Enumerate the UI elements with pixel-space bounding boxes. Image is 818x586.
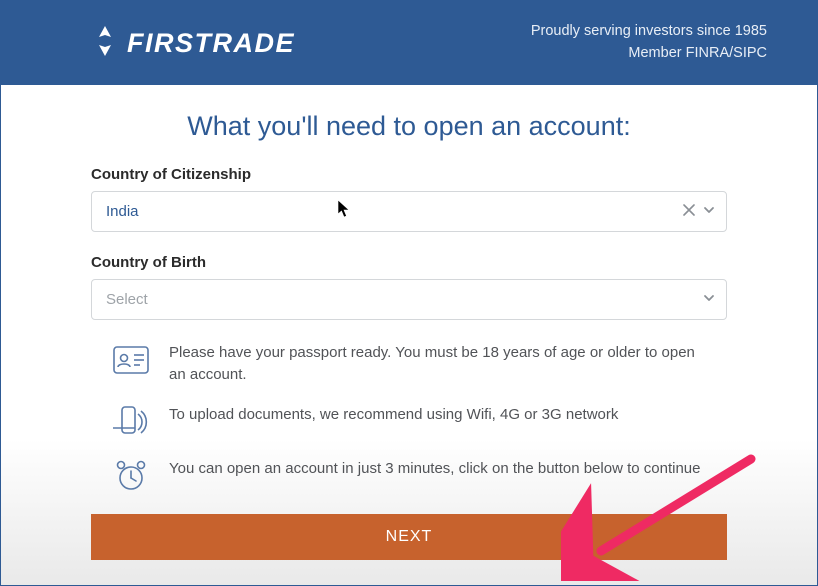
next-button-label: NEXT — [386, 528, 433, 545]
citizenship-select[interactable]: India — [91, 191, 727, 232]
info-passport: Please have your passport ready. You mus… — [113, 342, 705, 386]
citizenship-value: India — [106, 203, 139, 220]
info-list: Please have your passport ready. You mus… — [91, 342, 727, 494]
brand-logo: FIRSTRADE — [91, 26, 295, 61]
tagline-line-2: Member FINRA/SIPC — [531, 43, 767, 65]
info-passport-text: Please have your passport ready. You mus… — [169, 342, 705, 386]
header: FIRSTRADE Proudly serving investors sinc… — [1, 1, 817, 85]
main-content: What you'll need to open an account: Cou… — [1, 85, 817, 560]
clear-icon[interactable] — [683, 203, 695, 221]
chevron-down-icon[interactable] — [703, 291, 715, 309]
logo-mark-icon — [91, 26, 119, 61]
page-title: What you'll need to open an account: — [91, 111, 727, 142]
info-upload: To upload documents, we recommend using … — [113, 404, 705, 440]
next-button[interactable]: NEXT — [91, 514, 727, 560]
info-upload-text: To upload documents, we recommend using … — [169, 404, 618, 426]
birth-select[interactable]: Select — [91, 279, 727, 320]
clock-icon — [113, 458, 149, 494]
phone-signal-icon — [113, 404, 149, 440]
birth-label: Country of Birth — [91, 254, 727, 271]
chevron-down-icon[interactable] — [703, 203, 715, 221]
header-tagline: Proudly serving investors since 1985 Mem… — [531, 21, 767, 65]
brand-name: FIRSTRADE — [127, 28, 295, 59]
info-time-text: You can open an account in just 3 minute… — [169, 458, 700, 480]
id-card-icon — [113, 342, 149, 378]
tagline-line-1: Proudly serving investors since 1985 — [531, 21, 767, 43]
citizenship-label: Country of Citizenship — [91, 166, 727, 183]
birth-placeholder: Select — [106, 291, 148, 308]
info-time: You can open an account in just 3 minute… — [113, 458, 705, 494]
